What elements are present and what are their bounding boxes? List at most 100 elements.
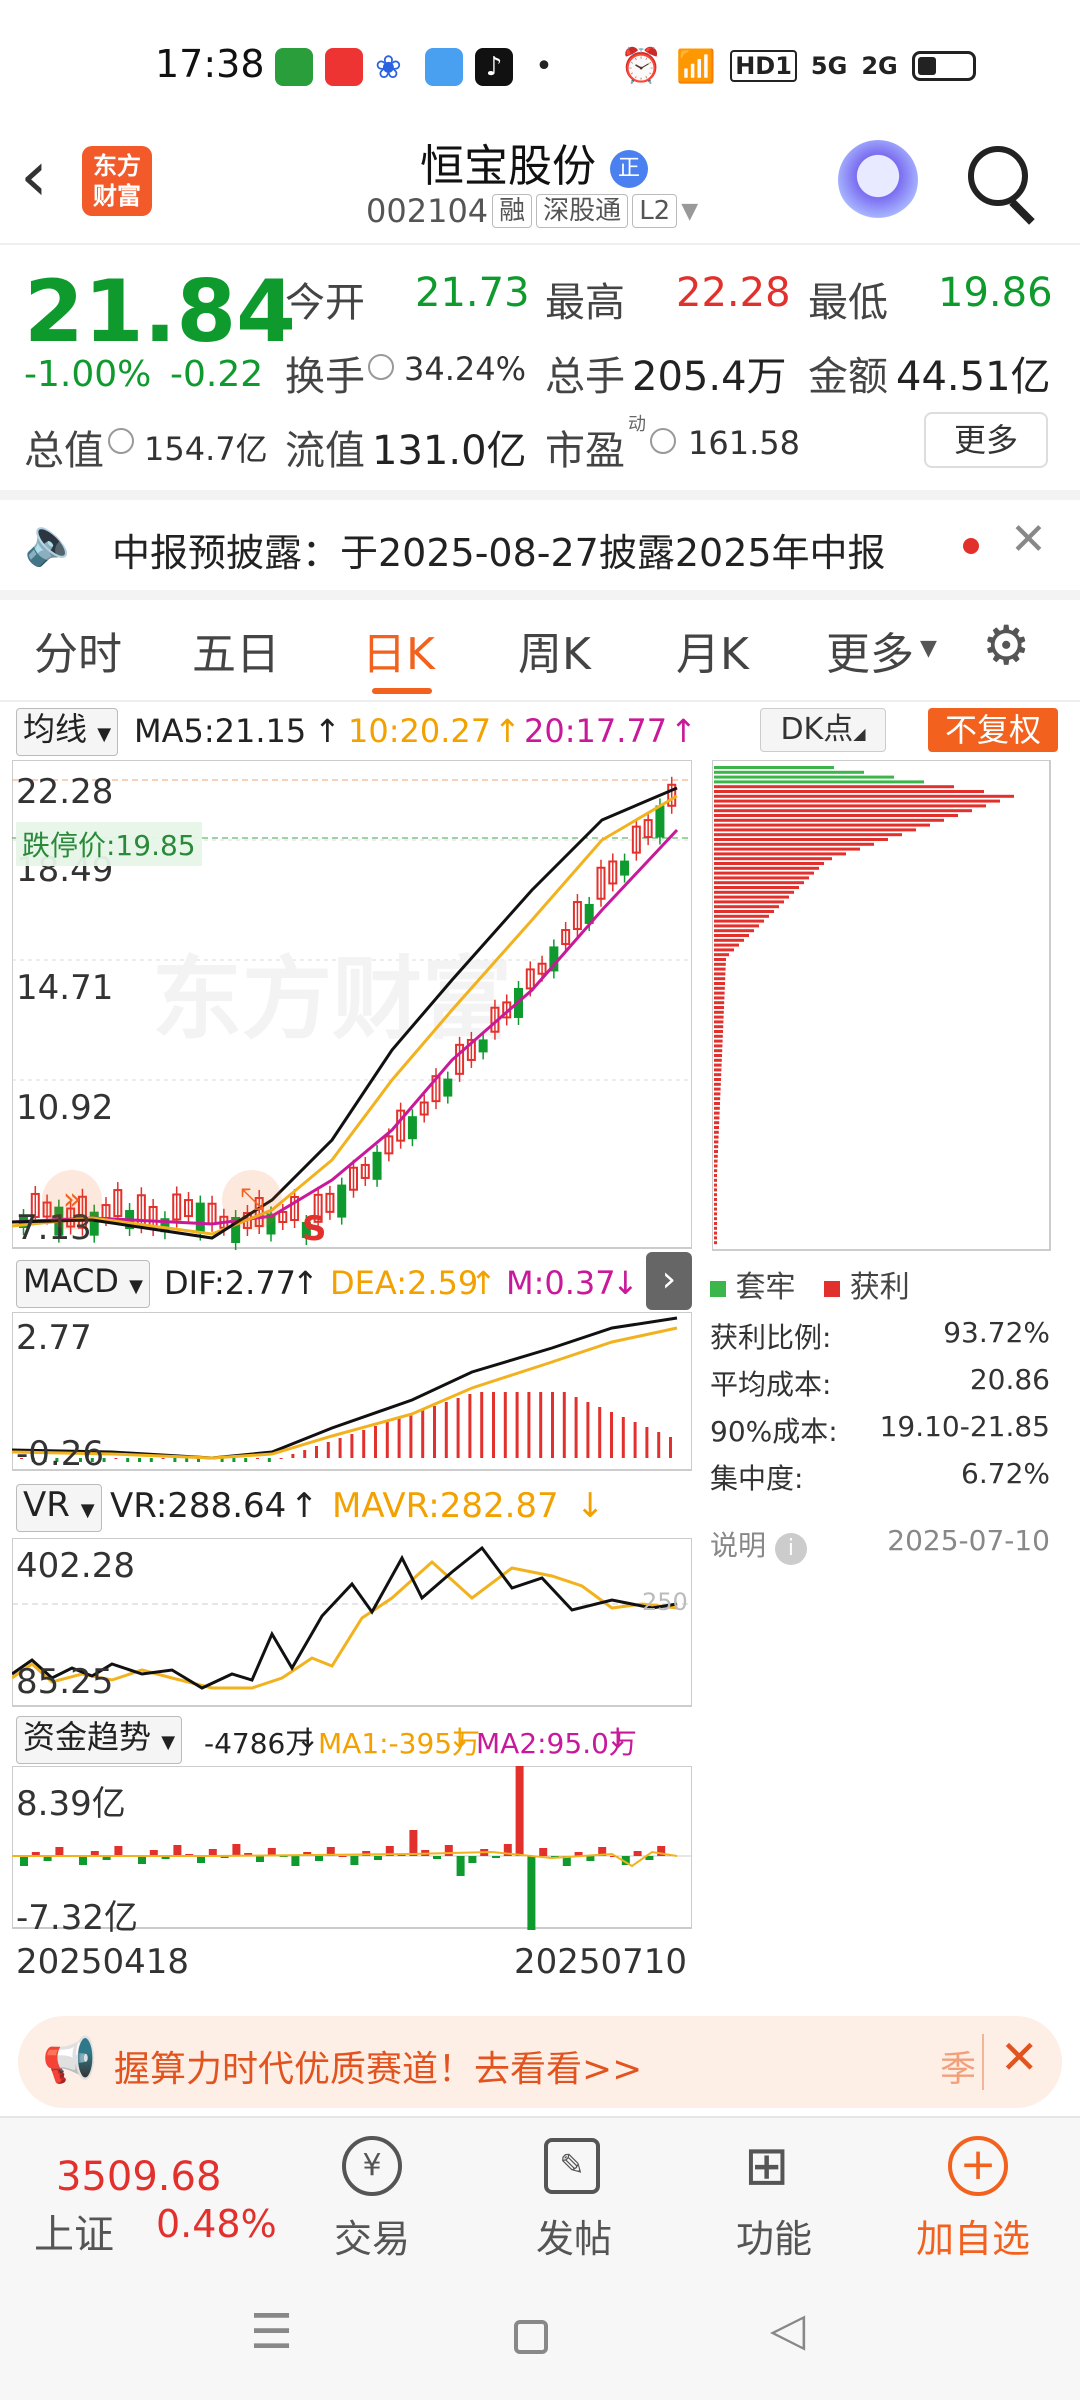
nav-trade[interactable]: 交易 <box>334 2208 410 2263</box>
home-icon[interactable] <box>514 2320 548 2354</box>
fund-bar <box>55 1847 64 1856</box>
macd-bar <box>362 1430 366 1458</box>
chip-bar <box>714 1226 717 1230</box>
macd-bar <box>539 1392 543 1458</box>
chip-bar <box>714 1126 719 1129</box>
fund-bar <box>456 1856 465 1876</box>
tab-week-k[interactable]: 周K <box>518 618 591 682</box>
index-name[interactable]: 上证 <box>34 2202 114 2260</box>
dropdown-icon[interactable]: ▼ <box>681 199 698 224</box>
tab-more[interactable]: 更多 <box>826 618 914 682</box>
macd-bar <box>669 1437 672 1458</box>
chip-bar <box>714 1183 717 1187</box>
fund-legend: 资金趋势 ▼ -4786万 ↓ MA1:-395万 ↓ MA2:95.0万 ↓ <box>0 1714 700 1764</box>
fund-bar <box>138 1856 146 1864</box>
macd-bar <box>138 1458 141 1462</box>
fund-bar <box>633 1851 642 1856</box>
fund-bar <box>20 1856 28 1866</box>
fund-bar <box>374 1856 382 1860</box>
explain-link[interactable]: 说明 i <box>710 1524 807 1565</box>
tab-fenshi[interactable]: 分时 <box>34 618 122 682</box>
macd-bar <box>185 1458 189 1462</box>
info-icon[interactable] <box>650 428 676 454</box>
info-icon[interactable] <box>108 428 134 454</box>
chip-bar <box>714 1058 722 1062</box>
next-indicator-button[interactable]: › <box>646 1252 692 1310</box>
chip-bar <box>714 890 794 894</box>
chip-bar <box>714 857 832 861</box>
chip-bar <box>714 799 1000 803</box>
fund-bar <box>527 1856 536 1930</box>
chip-bar <box>714 1068 722 1072</box>
fq-button[interactable]: 不复权 <box>928 708 1058 752</box>
post-icon[interactable]: ✎ <box>544 2138 600 2194</box>
chip-bar <box>714 967 726 971</box>
chip-bar <box>714 886 799 889</box>
more-dropdown-icon[interactable]: ▼ <box>920 636 937 661</box>
fund-bar <box>208 1849 217 1856</box>
index-value[interactable]: 3509.68 <box>56 2154 221 2200</box>
macd-bar <box>385 1422 389 1458</box>
chip-distribution <box>712 760 1051 1251</box>
date-end: 20250710 <box>514 1942 688 1982</box>
fund-bar <box>515 1766 524 1856</box>
close-icon[interactable]: ✕ <box>1010 514 1047 565</box>
info-icon: i <box>774 1533 807 1565</box>
chip-bar <box>714 766 834 769</box>
chip-bar <box>714 1111 720 1115</box>
last-price: 21.84 <box>24 262 297 362</box>
menu-icon[interactable]: ☰ <box>250 2304 293 2360</box>
signal-2g-icon: 2G <box>861 52 898 80</box>
ma-selector[interactable]: 均线 ▼ <box>16 708 119 756</box>
nav-post[interactable]: 发帖 <box>536 2208 612 2263</box>
robot-avatar[interactable] <box>838 140 918 220</box>
back-icon[interactable]: ‹ <box>20 136 48 216</box>
macd-bar <box>621 1417 625 1458</box>
chip-bar <box>714 1188 717 1192</box>
grid-icon[interactable]: ⊞ <box>744 2138 789 2194</box>
chip-bar <box>714 938 744 942</box>
search-icon[interactable] <box>968 146 1028 206</box>
nav-functions[interactable]: 功能 <box>736 2208 812 2263</box>
fund-selector[interactable]: 资金趋势 ▼ <box>16 1716 183 1764</box>
macd-bar <box>562 1392 566 1458</box>
chip-bar <box>714 1178 717 1182</box>
chip-bar <box>714 1121 720 1125</box>
macd-bar <box>244 1458 248 1462</box>
alarm-icon: ⏰ <box>620 46 663 86</box>
chip-bar <box>714 823 930 827</box>
trade-icon[interactable]: ¥ <box>342 2136 402 2196</box>
macd-bar <box>149 1458 153 1462</box>
fund-bar <box>433 1856 441 1859</box>
notice-bar[interactable]: 🔈 中报预披露：于2025-08-27披露2025年中报 ✕ <box>0 500 1080 590</box>
chip-bar <box>714 1015 724 1019</box>
chip-bar <box>714 1106 720 1110</box>
close-ad-icon[interactable]: ✕ <box>1000 2030 1039 2084</box>
more-button[interactable]: 更多 <box>924 412 1048 468</box>
period-tabs: 分时 五日 日K 周K 月K 更多 ▼ ⚙ <box>0 600 1080 700</box>
tab-daily-k[interactable]: 日K <box>362 618 435 682</box>
macd-bar <box>657 1432 661 1458</box>
index-pct[interactable]: 0.48% <box>156 2202 277 2246</box>
dk-point-button[interactable]: DK点◢ <box>760 708 886 752</box>
brand-logo[interactable]: 东方 财富 <box>82 146 152 216</box>
nav-add-watchlist[interactable]: 加自选 <box>916 2208 1030 2263</box>
chip-bar <box>714 1073 722 1077</box>
info-icon[interactable] <box>368 354 394 380</box>
macd-bar <box>633 1422 637 1458</box>
tab-month-k[interactable]: 月K <box>676 618 749 682</box>
chip-bar <box>714 780 924 784</box>
chip-bar <box>714 1097 721 1101</box>
macd-selector[interactable]: MACD ▼ <box>16 1260 150 1308</box>
limit-down-label: 跌停价:19.85 <box>16 822 202 866</box>
settings-gear-icon[interactable]: ⚙ <box>982 614 1030 677</box>
add-circle-icon[interactable]: + <box>948 2136 1008 2196</box>
collapse-icon[interactable]: » <box>42 1170 102 1230</box>
expand-icon[interactable]: ⤡ <box>222 1170 282 1230</box>
back-nav-icon[interactable]: ◁ <box>770 2302 805 2356</box>
macd-bar <box>527 1392 531 1458</box>
ad-banner[interactable]: 📢 握算力时代优质赛道！去看看>> 季 ✕ <box>18 2016 1062 2108</box>
vr-selector[interactable]: VR ▼ <box>16 1484 102 1532</box>
chip-bar <box>714 770 864 774</box>
tab-5day[interactable]: 五日 <box>192 618 280 682</box>
